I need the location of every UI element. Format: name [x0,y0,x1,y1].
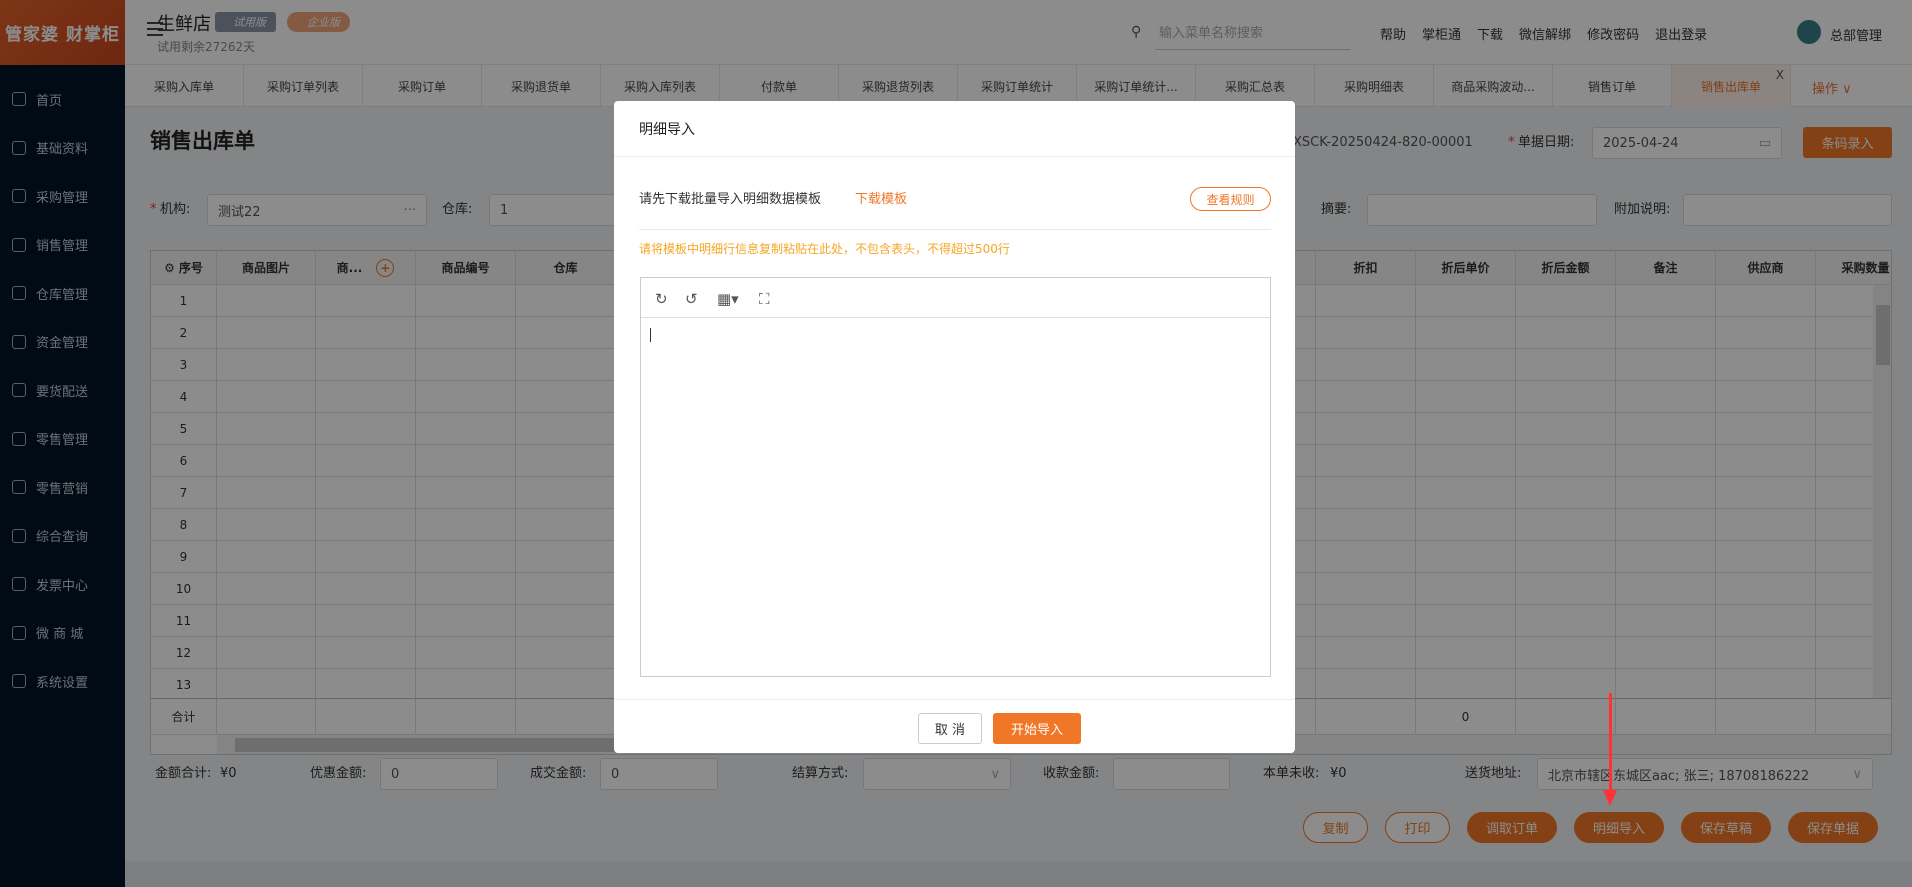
download-template-link[interactable]: 下载模板 [855,188,907,207]
redo-icon[interactable]: ↻ [655,290,668,308]
paste-editor[interactable]: ↻ ↺ ▦▾ ⛶ [640,277,1271,677]
editor-toolbar: ↻ ↺ ▦▾ ⛶ [641,278,1270,318]
divider [639,229,1271,230]
divider [614,156,1295,157]
undo-icon[interactable]: ↺ [685,290,698,308]
text-cursor [650,328,651,342]
start-import-button[interactable]: 开始导入 [993,713,1081,744]
view-rules-button[interactable]: 查看规则 [1190,187,1271,211]
paste-note: 请将模板中明细行信息复制粘贴在此处，不包含表头，不得超过500行 [639,242,1010,256]
table-icon[interactable]: ▦▾ [717,290,739,308]
cancel-button[interactable]: 取 消 [918,713,982,744]
annotation-arrow-head [1603,790,1617,806]
divider [614,699,1295,700]
instruction-text: 请先下载批量导入明细数据模板 [639,192,822,207]
dialog-title: 明细导入 [639,122,695,138]
fullscreen-icon[interactable]: ⛶ [759,290,770,308]
annotation-arrow [1609,693,1612,793]
detail-import-dialog: 明细导入 请先下载批量导入明细数据模板 下载模板 查看规则 请将模板中明细行信息… [614,101,1295,753]
